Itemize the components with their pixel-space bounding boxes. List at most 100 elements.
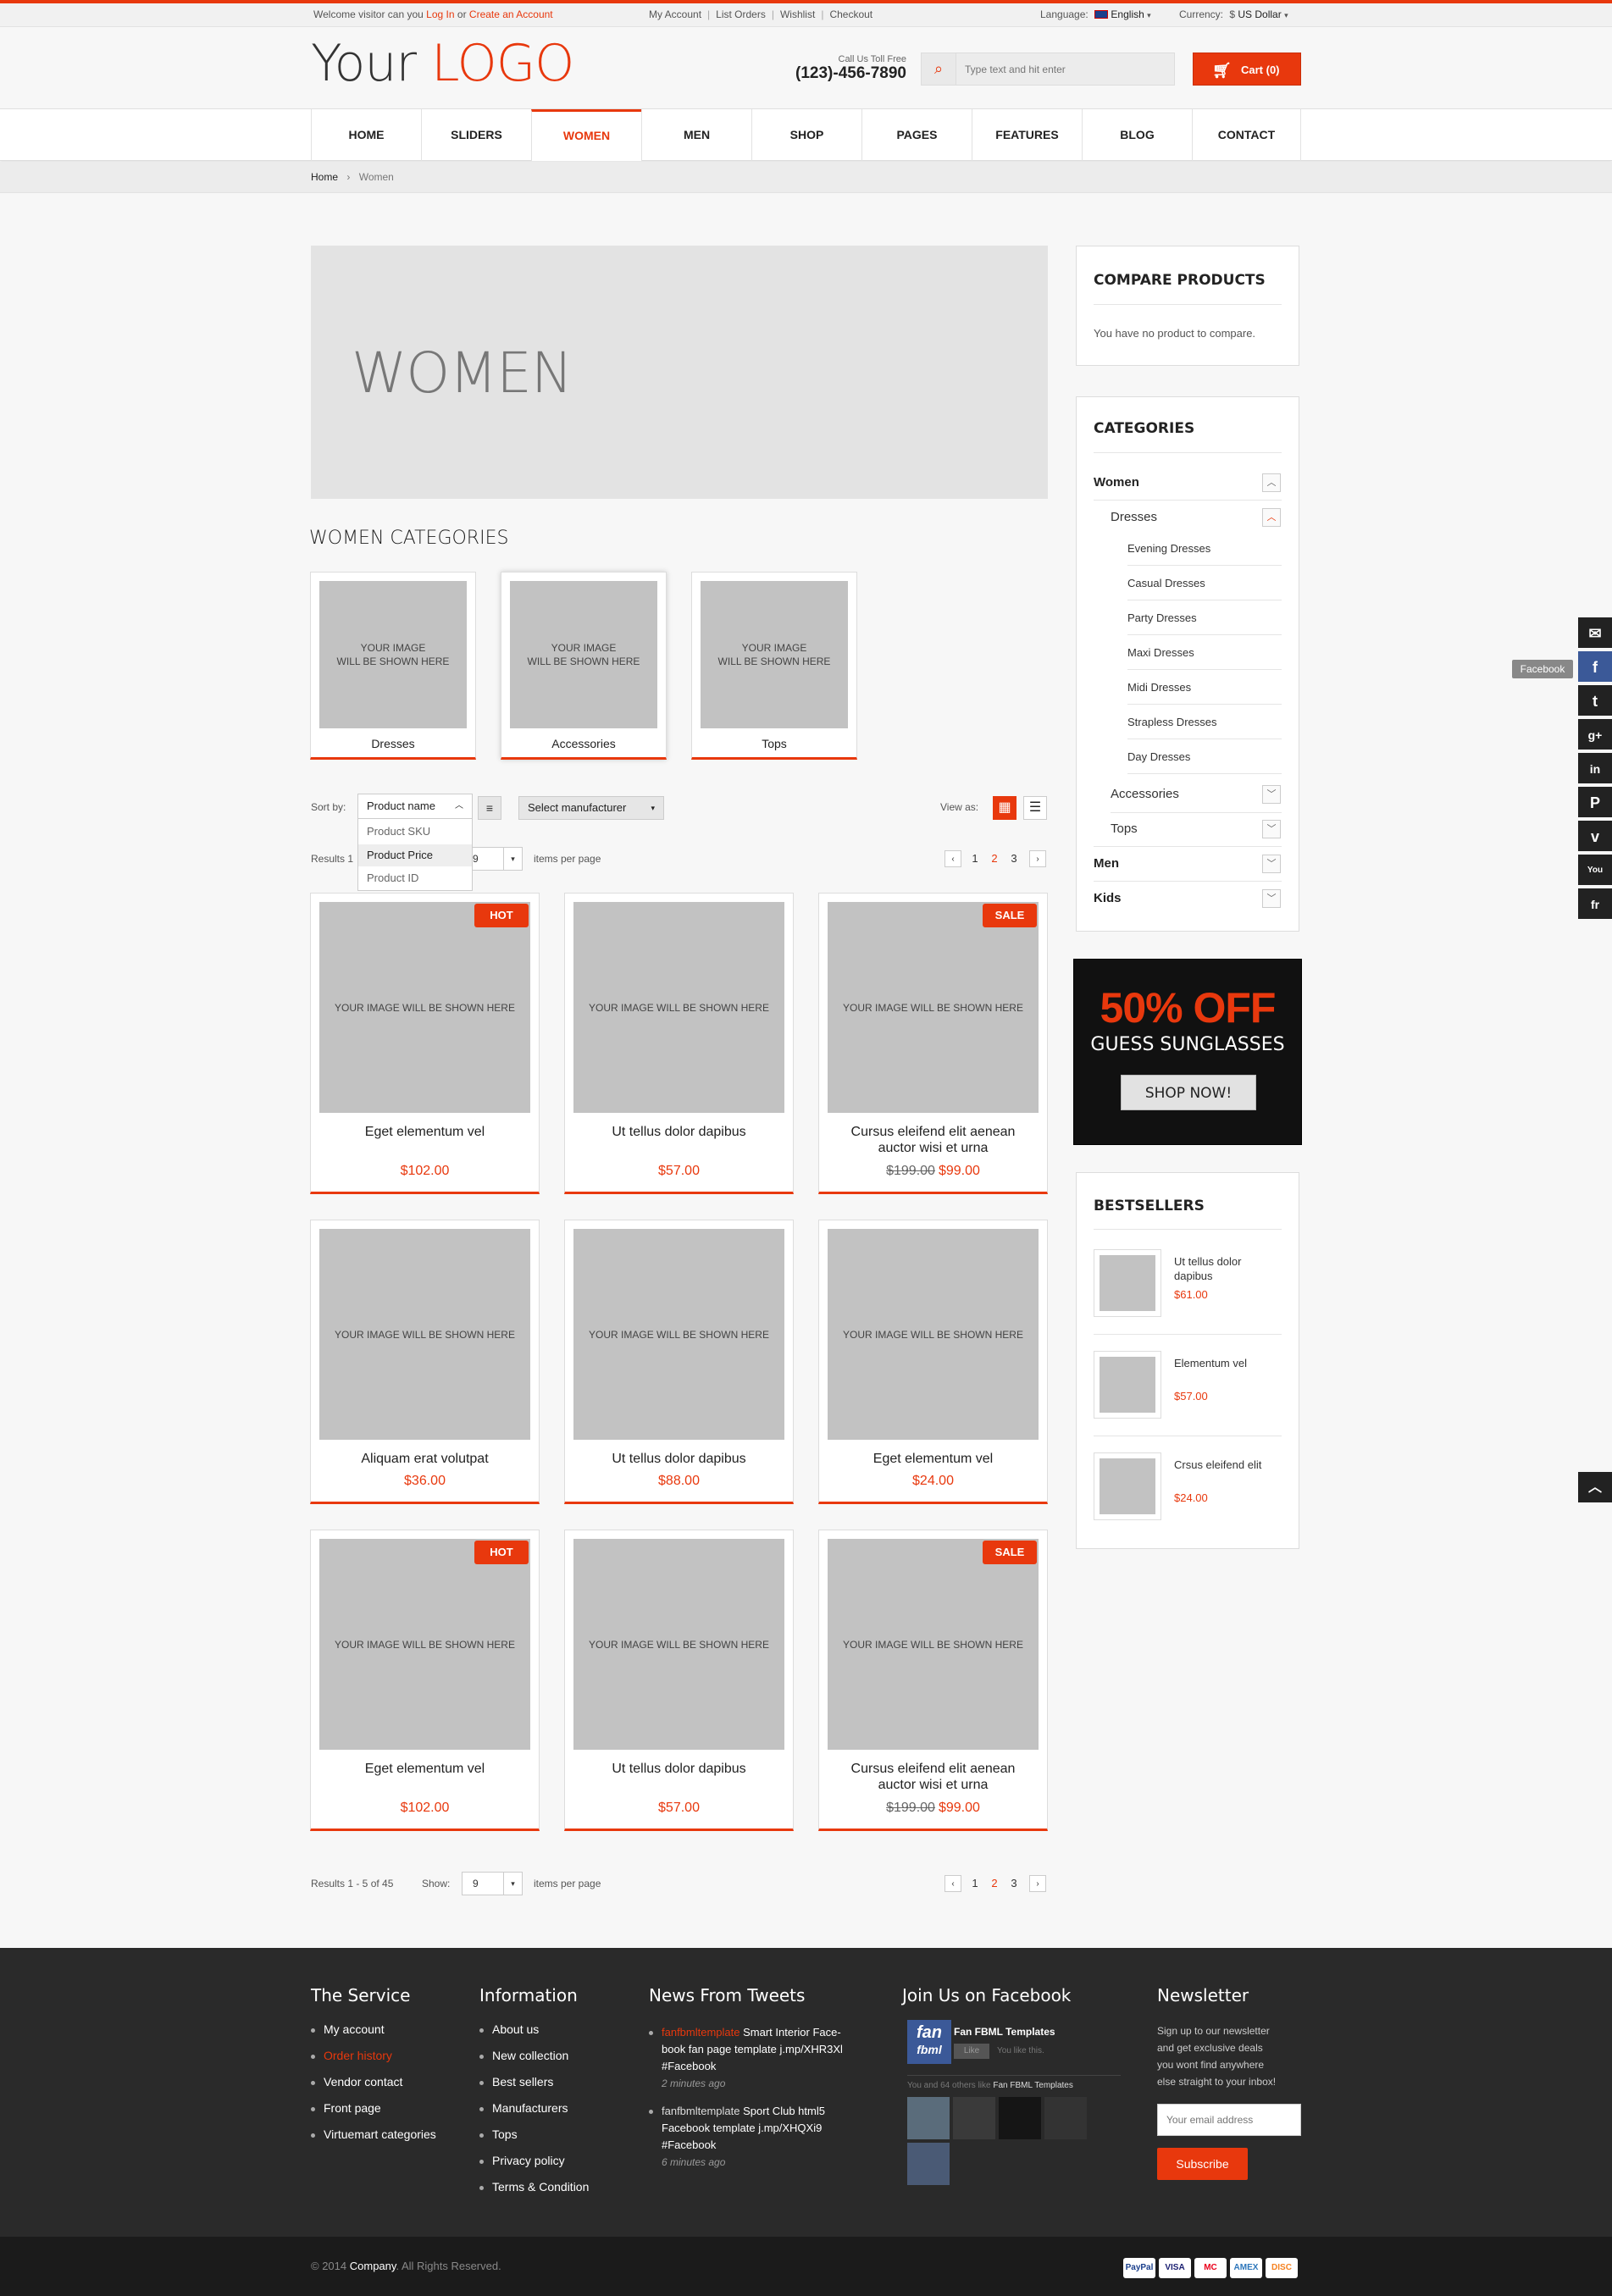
collapse-icon[interactable]: ︿ xyxy=(1262,473,1281,492)
footer-info-link[interactable]: Best sellers xyxy=(479,2075,553,2089)
list-view-icon[interactable]: ☰ xyxy=(1023,796,1047,820)
sort-direction-icon[interactable]: ≡ xyxy=(478,796,501,820)
collapse-icon[interactable]: ︿ xyxy=(1262,508,1281,527)
pager-next[interactable]: › xyxy=(1029,1875,1046,1892)
footer-service-link[interactable]: Vendor contact xyxy=(310,2075,402,2089)
bestseller-name[interactable]: Ut tellus dolor dapibus xyxy=(1174,1254,1276,1283)
pager-page-3[interactable]: 3 xyxy=(1005,1875,1022,1892)
bestseller-thumb[interactable] xyxy=(1094,1249,1161,1317)
checkout-link[interactable]: Checkout xyxy=(829,8,872,20)
currency-selector[interactable]: Currency: $ US Dollar ▾ xyxy=(1179,8,1288,20)
product-name[interactable]: Eget elementum vel xyxy=(311,1124,539,1140)
footer-info-link[interactable]: Manufacturers xyxy=(479,2101,568,2115)
facebook-icon[interactable]: f xyxy=(1578,651,1612,683)
category-card-tops[interactable]: YOUR IMAGE WILL BE SHOWN HERE Tops xyxy=(691,572,857,760)
footer-service-link[interactable]: My account xyxy=(311,2022,385,2036)
expand-icon[interactable]: ﹀ xyxy=(1262,889,1281,908)
tree-dress-item[interactable]: Day Dresses xyxy=(1127,750,1190,763)
tree-kids[interactable]: Kids xyxy=(1094,891,1122,905)
login-link[interactable]: Log In xyxy=(426,8,454,20)
sort-select[interactable]: Product name ︿ xyxy=(357,794,473,819)
shop-now-button[interactable]: SHOP NOW! xyxy=(1121,1075,1256,1110)
product-name[interactable]: Eget elementum vel xyxy=(819,1451,1047,1467)
footer-info-link[interactable]: Tops xyxy=(479,2127,518,2141)
sort-option-sku[interactable]: Product SKU xyxy=(358,821,472,843)
bestseller-name[interactable]: Crsus eleifend elit xyxy=(1174,1458,1276,1472)
tree-accessories[interactable]: Accessories xyxy=(1111,787,1179,801)
tree-dress-item[interactable]: Casual Dresses xyxy=(1127,577,1205,589)
product-card[interactable]: YOUR IMAGE WILL BE SHOWN HERE HOT Eget e… xyxy=(310,893,540,1194)
grid-view-icon[interactable]: ▦ xyxy=(993,796,1017,820)
linkedin-icon[interactable]: in xyxy=(1578,753,1612,785)
product-card[interactable]: YOUR IMAGE WILL BE SHOWN HERE Aliquam er… xyxy=(310,1220,540,1504)
sort-option-price[interactable]: Product Price xyxy=(358,844,472,866)
product-name[interactable]: Cursus eleifend elit aenean auctor wisi … xyxy=(819,1124,1047,1156)
nav-blog[interactable]: BLOG xyxy=(1082,109,1192,161)
search-icon[interactable]: ⌕ xyxy=(922,53,956,85)
nav-men[interactable]: MEN xyxy=(641,109,751,161)
vimeo-icon[interactable]: v xyxy=(1578,821,1612,853)
breadcrumb-home[interactable]: Home xyxy=(311,171,338,183)
product-name[interactable]: Ut tellus dolor dapibus xyxy=(565,1761,793,1777)
back-to-top-icon[interactable]: ︿ xyxy=(1578,1472,1612,1504)
product-name[interactable]: Eget elementum vel xyxy=(311,1761,539,1777)
nav-features[interactable]: FEATURES xyxy=(972,109,1082,161)
nav-shop[interactable]: SHOP xyxy=(751,109,861,161)
search-input[interactable] xyxy=(956,53,1174,85)
fan-avatar[interactable] xyxy=(953,2097,995,2139)
manufacturer-select[interactable]: Select manufacturer ▾ xyxy=(518,796,664,820)
footer-service-link[interactable]: Virtuemart categories xyxy=(311,2127,436,2141)
product-name[interactable]: Aliquam erat volutpat xyxy=(311,1451,539,1467)
product-card[interactable]: YOUR IMAGE WILL BE SHOWN HERE Eget eleme… xyxy=(818,1220,1048,1504)
tree-women[interactable]: Women xyxy=(1094,475,1139,490)
tumblr-icon[interactable]: t xyxy=(1578,685,1612,717)
bestseller-name[interactable]: Elementum vel xyxy=(1174,1356,1276,1370)
tree-dress-item[interactable]: Strapless Dresses xyxy=(1127,716,1216,728)
tree-dress-item[interactable]: Evening Dresses xyxy=(1127,542,1210,555)
nav-contact[interactable]: CONTACT xyxy=(1192,109,1301,161)
list-orders-link[interactable]: List Orders xyxy=(716,8,766,20)
nav-home[interactable]: HOME xyxy=(311,109,421,161)
tree-dress-item[interactable]: Party Dresses xyxy=(1127,611,1197,624)
product-card[interactable]: YOUR IMAGE WILL BE SHOWN HERE SALE Cursu… xyxy=(818,893,1048,1194)
bestseller-thumb[interactable] xyxy=(1094,1351,1161,1419)
nav-pages[interactable]: PAGES xyxy=(861,109,972,161)
per-page-select[interactable]: 9 ▾ xyxy=(462,1872,523,1895)
expand-icon[interactable]: ﹀ xyxy=(1262,820,1281,838)
tree-tops[interactable]: Tops xyxy=(1111,822,1138,836)
product-name[interactable]: Cursus eleifend elit aenean auctor wisi … xyxy=(819,1761,1047,1793)
nav-sliders[interactable]: SLIDERS xyxy=(421,109,531,161)
fb-like-button[interactable]: Like xyxy=(954,2044,989,2059)
subscribe-button[interactable]: Subscribe xyxy=(1157,2148,1248,2180)
pager-page-3[interactable]: 3 xyxy=(1005,850,1022,867)
tree-dress-item[interactable]: Maxi Dresses xyxy=(1127,646,1194,659)
pager-page-2[interactable]: 2 xyxy=(986,850,1003,867)
footer-service-link[interactable]: Order history xyxy=(311,2049,392,2062)
fan-avatar[interactable] xyxy=(1044,2097,1087,2139)
fan-avatar[interactable] xyxy=(907,2097,950,2139)
promo-banner[interactable]: 50% OFF GUESS SUNGLASSES SHOP NOW! xyxy=(1073,959,1302,1145)
footer-info-link[interactable]: About us xyxy=(479,2022,539,2036)
email-icon[interactable]: ✉ xyxy=(1578,617,1612,650)
product-card[interactable]: YOUR IMAGE WILL BE SHOWN HERE Ut tellus … xyxy=(564,1530,794,1831)
nav-women[interactable]: WOMEN xyxy=(531,109,641,161)
language-selector[interactable]: Language: English ▾ xyxy=(1040,8,1151,20)
site-logo[interactable]: Your LOGO xyxy=(311,34,574,93)
fan-avatar[interactable] xyxy=(907,2143,950,2185)
sort-option-id[interactable]: Product ID xyxy=(358,867,472,889)
category-card-dresses[interactable]: YOUR IMAGE WILL BE SHOWN HERE Dresses xyxy=(310,572,476,760)
tree-men[interactable]: Men xyxy=(1094,856,1119,871)
youtube-icon[interactable]: You xyxy=(1578,855,1612,887)
expand-icon[interactable]: ﹀ xyxy=(1262,785,1281,804)
product-name[interactable]: Ut tellus dolor dapibus xyxy=(565,1451,793,1467)
google-plus-icon[interactable]: g+ xyxy=(1578,719,1612,751)
tree-dresses[interactable]: Dresses xyxy=(1111,510,1157,524)
product-card[interactable]: YOUR IMAGE WILL BE SHOWN HERE Ut tellus … xyxy=(564,893,794,1194)
fan-avatar[interactable] xyxy=(999,2097,1041,2139)
pager-page-1[interactable]: 1 xyxy=(967,1875,983,1892)
product-name[interactable]: Ut tellus dolor dapibus xyxy=(565,1124,793,1140)
footer-info-link[interactable]: New collection xyxy=(479,2049,568,2062)
my-account-link[interactable]: My Account xyxy=(649,8,701,20)
create-account-link[interactable]: Create an Account xyxy=(469,8,553,20)
pager-prev[interactable]: ‹ xyxy=(944,1875,961,1892)
